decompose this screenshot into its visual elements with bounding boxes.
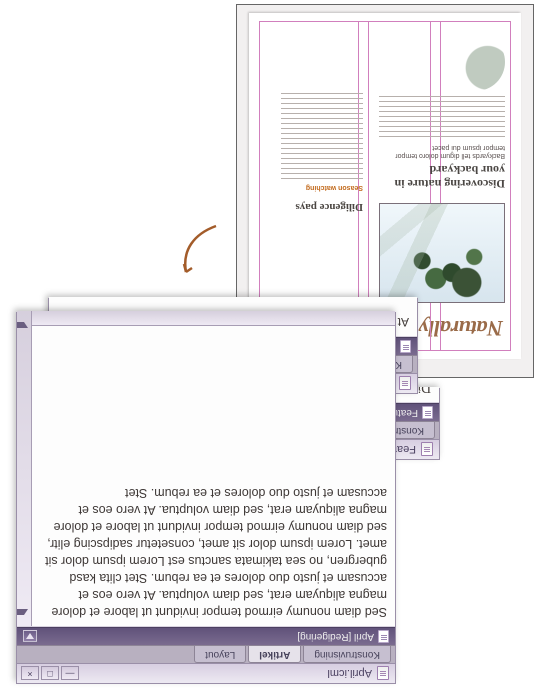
placeholder-text-block bbox=[281, 91, 363, 179]
body-text: Sed diam nonumy eirmod tempor invidunt u… bbox=[45, 486, 387, 619]
placeholder-text-block bbox=[379, 95, 505, 137]
editor-window-april[interactable]: April.icml — □ × Konstruvisning Artikel … bbox=[16, 312, 396, 684]
tab-layout[interactable]: Layout bbox=[194, 646, 246, 663]
article-body[interactable]: Sed diam nonumy eirmod tempor invidunt u… bbox=[17, 311, 395, 627]
feature-heading: Discovering nature in your backyard bbox=[375, 163, 505, 191]
document-icon bbox=[377, 667, 389, 681]
close-button[interactable]: × bbox=[21, 667, 39, 681]
flag-dropdown[interactable] bbox=[23, 631, 37, 643]
title-bar[interactable]: April.icml — □ × bbox=[17, 663, 395, 683]
horizontal-scrollbar[interactable] bbox=[32, 311, 395, 326]
maximize-button[interactable]: □ bbox=[41, 667, 59, 681]
leaf-decoration-icon bbox=[447, 33, 505, 91]
story-icon bbox=[400, 340, 411, 353]
vertical-scrollbar[interactable] bbox=[17, 311, 32, 626]
feature-photo bbox=[379, 203, 505, 303]
document-icon bbox=[399, 377, 411, 391]
tab-strip: Konstruvisning Artikel Layout bbox=[17, 645, 395, 663]
flow-arrow-icon bbox=[174, 220, 224, 280]
feature-subhead: Backyards tell digum doloro tempor tempo… bbox=[375, 143, 505, 159]
minimize-button[interactable]: — bbox=[61, 667, 79, 681]
story-icon bbox=[378, 630, 389, 643]
tab-artikel[interactable]: Artikel bbox=[248, 646, 301, 663]
leaf-overlay-icon bbox=[380, 204, 504, 302]
story-flag-bar: April [Redigering] bbox=[17, 627, 395, 645]
window-title: April.icml bbox=[84, 668, 372, 680]
story-icon bbox=[422, 406, 433, 419]
story-flag-label: April [Redigering] bbox=[297, 631, 374, 642]
sidebar-heading: Diligence pays bbox=[283, 201, 363, 213]
sidebar-label: Season watching bbox=[281, 184, 363, 191]
document-icon bbox=[421, 443, 433, 457]
tab-konstruvisning[interactable]: Konstruvisning bbox=[303, 646, 391, 663]
